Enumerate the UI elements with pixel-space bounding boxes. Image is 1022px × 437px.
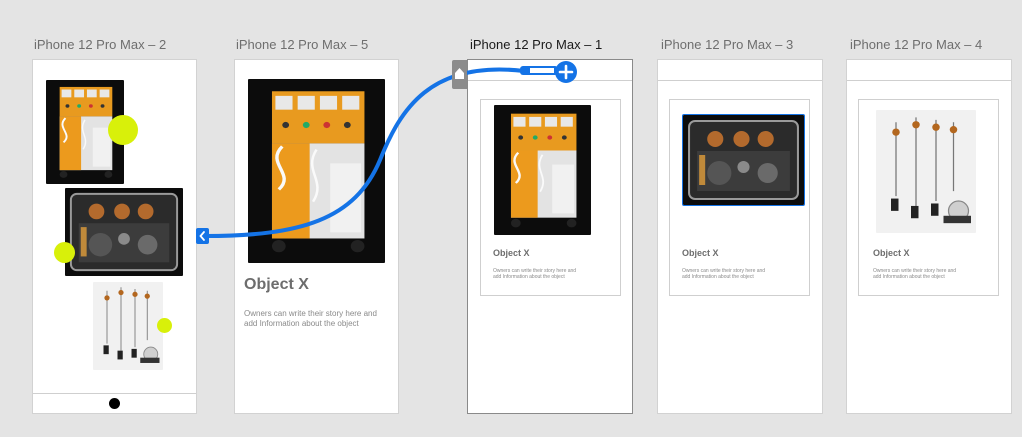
object-description: Owners can write their story here and ad… [244, 309, 377, 328]
object-image[interactable] [248, 79, 385, 263]
chevron-left-icon[interactable] [196, 228, 209, 244]
link-source-input[interactable] [530, 68, 554, 73]
object-image[interactable] [876, 110, 976, 233]
artboard-title[interactable]: iPhone 12 Pro Max – 1 [470, 37, 602, 52]
link-source-handle[interactable] [520, 66, 558, 75]
artboard-title[interactable]: iPhone 12 Pro Max – 5 [236, 37, 368, 52]
object-card[interactable]: Object X Owners can write their story he… [669, 99, 810, 296]
object-image[interactable] [683, 115, 804, 205]
object-title: Object X [244, 276, 309, 293]
artboard-iphone-4[interactable]: Object X Owners can write their story he… [847, 60, 1011, 413]
artboard-title[interactable]: iPhone 12 Pro Max – 4 [850, 37, 982, 52]
artboard-iphone-5[interactable]: Object X Owners can write their story he… [235, 60, 398, 413]
object-description: Owners can write their story here and ad… [873, 268, 957, 281]
object-title: Object X [873, 248, 910, 258]
object-description: Owners can write their story here and ad… [682, 268, 766, 281]
home-icon[interactable] [452, 60, 467, 89]
artboard-title[interactable]: iPhone 12 Pro Max – 3 [661, 37, 793, 52]
plus-circle-icon[interactable] [555, 61, 577, 83]
home-indicator-dot[interactable] [109, 398, 120, 409]
object-image[interactable] [494, 105, 591, 235]
object-card[interactable]: Object X Owners can write their story he… [858, 99, 999, 296]
artboard-title[interactable]: iPhone 12 Pro Max – 2 [34, 37, 166, 52]
top-bar [658, 60, 822, 81]
object-title: Object X [493, 248, 530, 258]
hotspot-marker[interactable] [54, 242, 75, 263]
object-title: Object X [682, 248, 719, 258]
object-image[interactable] [93, 282, 163, 370]
hotspot-marker[interactable] [157, 318, 172, 333]
object-image[interactable] [65, 188, 183, 276]
top-bar [847, 60, 1011, 81]
hotspot-marker[interactable] [108, 115, 138, 145]
artboard-iphone-2[interactable] [33, 60, 196, 413]
artboard-iphone-1[interactable]: Object X Owners can write their story he… [468, 60, 632, 413]
object-card[interactable]: Object X Owners can write their story he… [480, 99, 621, 296]
artboard-iphone-3[interactable]: Object X Owners can write their story he… [658, 60, 822, 413]
object-description: Owners can write their story here and ad… [493, 268, 577, 281]
